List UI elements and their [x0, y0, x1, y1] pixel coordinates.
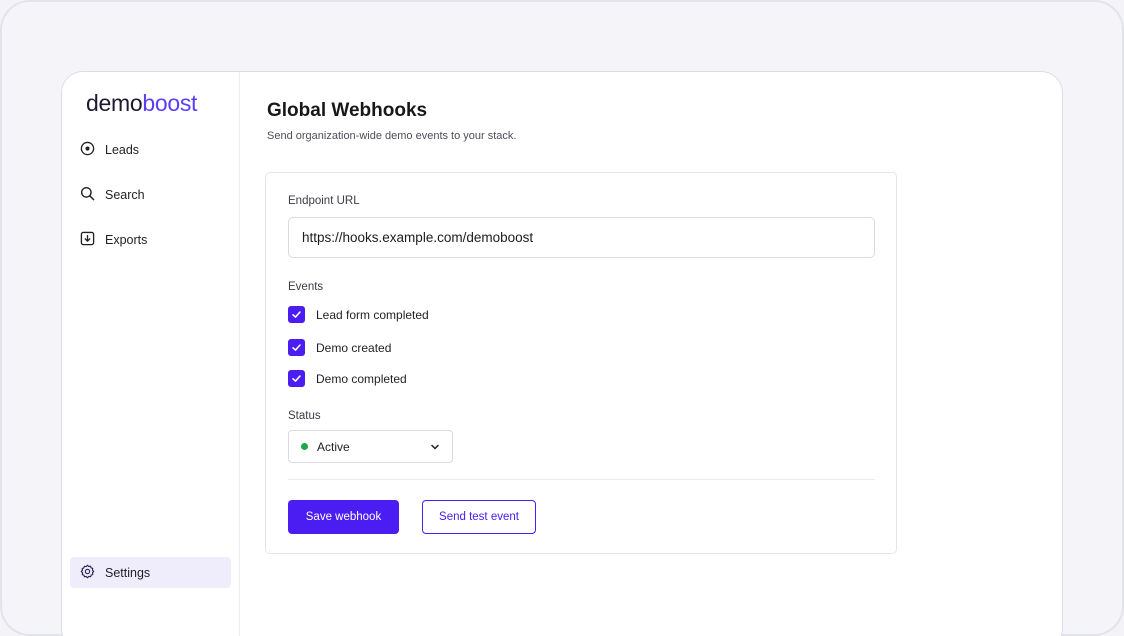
sidebar-item-exports[interactable]: Exports [80, 225, 230, 255]
page-title: Global Webhooks [267, 100, 428, 121]
checkbox-label: Lead form completed [316, 307, 429, 322]
event-demo-created[interactable]: Demo created [288, 339, 391, 356]
status-select[interactable]: Active [288, 430, 453, 463]
sidebar-item-search[interactable]: Search [80, 180, 230, 210]
chevron-down-icon [431, 444, 439, 450]
events-label: Events [288, 281, 324, 293]
gear-icon [80, 564, 95, 582]
target-icon [80, 141, 95, 159]
status-label: Status [288, 410, 321, 422]
sidebar-item-label: Leads [105, 143, 140, 157]
sidebar-item-leads[interactable]: Leads [80, 135, 230, 165]
webhook-card: Endpoint URL Events Lead form completed … [265, 172, 897, 554]
download-icon [80, 231, 95, 249]
checkbox-label: Demo created [316, 340, 392, 355]
save-webhook-button[interactable]: Save webhook [288, 500, 399, 534]
divider [288, 479, 875, 480]
checkbox-checked-icon[interactable] [288, 370, 305, 387]
endpoint-url-input[interactable] [288, 217, 875, 258]
app-window: demoboost Leads Search Exports Settings [61, 71, 1063, 636]
page-subtitle: Send organization-wide demo events to yo… [267, 130, 517, 142]
checkbox-checked-icon[interactable] [288, 339, 305, 356]
search-icon [80, 186, 95, 204]
event-lead-form-completed[interactable]: Lead form completed [288, 306, 429, 323]
checkbox-label: Demo completed [316, 371, 407, 386]
checkbox-checked-icon[interactable] [288, 306, 305, 323]
status-value: Active [317, 439, 350, 454]
sidebar-item-label: Exports [105, 233, 148, 247]
sidebar: demoboost Leads Search Exports Settings [62, 72, 240, 636]
main-content: Global Webhooks Send organization-wide d… [240, 72, 1062, 636]
logo: demoboost [86, 90, 198, 116]
sidebar-item-settings[interactable]: Settings [70, 557, 231, 588]
endpoint-label: Endpoint URL [288, 195, 360, 207]
send-test-event-button[interactable]: Send test event [422, 500, 536, 534]
sidebar-item-label: Search [105, 188, 145, 202]
event-demo-completed[interactable]: Demo completed [288, 370, 407, 387]
status-dot-icon [301, 443, 308, 450]
sidebar-item-label: Settings [105, 565, 151, 580]
